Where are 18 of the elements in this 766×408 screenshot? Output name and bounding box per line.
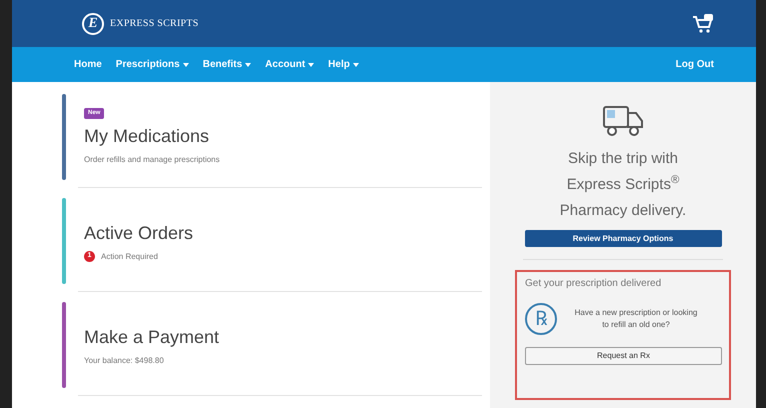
card-subtitle: Order refills and manage prescriptions	[84, 154, 220, 166]
cart-icon[interactable]	[692, 14, 714, 34]
logo-icon[interactable]: E	[82, 12, 104, 34]
card-title[interactable]: Active Orders	[84, 220, 194, 246]
delivery-heading: Get your prescription delivered	[525, 277, 662, 291]
request-rx-button[interactable]: Request an Rx	[525, 347, 722, 365]
card-subtitle: Action Required	[101, 250, 158, 262]
delivery-text: Have a new prescription or looking to refill an old one?	[574, 307, 698, 331]
card-subtitle: Your balance: $498.80	[84, 354, 164, 366]
card-title[interactable]: My Medications	[84, 123, 210, 150]
brand-name[interactable]: EXPRESS SCRIPTS	[110, 16, 199, 31]
promo-text: Skip the trip with	[568, 149, 678, 169]
promo-text: Express Scripts$^{®}$	[566, 173, 680, 195]
review-pharmacy-options-button[interactable]: Review Pharmacy Options	[524, 230, 722, 247]
prescription-icon: ℞	[525, 303, 557, 335]
promo-text: Pharmacy delivery.	[560, 201, 686, 221]
delivery-truck-icon	[601, 104, 645, 138]
card-title[interactable]: Make a Payment	[84, 324, 220, 350]
